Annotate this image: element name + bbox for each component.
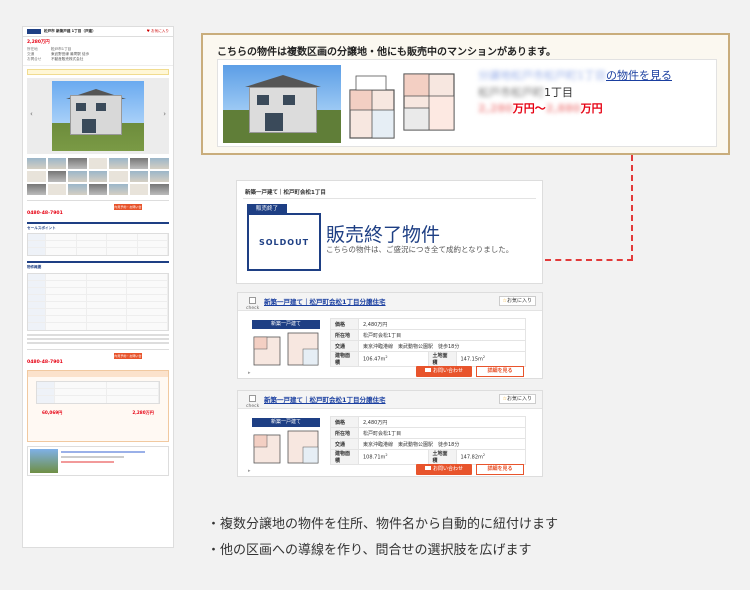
text-line xyxy=(27,333,169,336)
summary-row: 所在地 松戸市1丁目 xyxy=(27,46,72,51)
section-title-points: セールスポイント xyxy=(27,221,169,230)
connector-line xyxy=(545,259,633,261)
other-lots-banner-small[interactable] xyxy=(27,446,169,477)
favorite-button[interactable]: ☆お気に入り xyxy=(498,296,536,306)
floor-plan-image xyxy=(253,332,319,366)
page-title: 松戸市 新築戸建 1丁目（戸建） xyxy=(44,29,96,34)
soldout-stamp: SOLDOUT xyxy=(247,213,321,271)
listing-details-table: 価格 2,480万円 所在地 松戸町会松1丁目 交通 東京沖臨港線 東武動物公園駅 徒… xyxy=(330,318,526,367)
site-logo xyxy=(27,29,41,34)
detail-button[interactable]: 詳細を見る xyxy=(476,366,524,377)
notice-bar xyxy=(27,68,169,75)
banner-content[interactable]: 分譲地松戸市松戸町1丁目の物件を見る 松戸市松戸町1丁目 2,280万円〜2,8… xyxy=(217,59,717,147)
main-photo-carousel[interactable]: ‹ › xyxy=(27,77,169,154)
house-photo xyxy=(52,80,144,151)
property-page-thumbnail: 松戸市 新築戸建 1丁目（戸建） ♥ お気に入り 2,280万円 所在地 松戸市1… xyxy=(22,26,174,548)
checkbox-label: check xyxy=(246,404,260,409)
expand-icon[interactable]: ▸ xyxy=(248,468,251,474)
monthly-payment: 60,069円 xyxy=(42,410,63,416)
next-arrow-icon[interactable]: › xyxy=(163,110,166,119)
contact-phone-2: 0480-48-7901 xyxy=(27,359,63,365)
property-type-badge: 新築一戸建て xyxy=(252,320,320,329)
text-line xyxy=(27,341,169,344)
photo-thumbnails[interactable] xyxy=(27,157,169,195)
prev-arrow-icon[interactable]: ‹ xyxy=(30,110,33,119)
other-lots-price-range: 2,280万円〜2,880万円 xyxy=(478,102,603,115)
summary-row: 交通 東武野田線 最寄駅 徒歩 xyxy=(27,51,90,56)
sold-out-panel: 新築一戸建て｜松戸町会松1丁目 販売終了 SOLDOUT 販売終了物件 こちらの… xyxy=(236,180,543,284)
summary-price: 2,280万円 xyxy=(27,40,50,45)
summary-row: お問合せ 不動産販売株式会社 xyxy=(27,57,84,62)
inquiry-button[interactable]: 内見予約・お問い合わせ xyxy=(113,203,142,215)
text-line xyxy=(27,337,169,340)
inquiry-button-2[interactable]: 内見予約・お問い合わせ xyxy=(113,352,142,364)
overview-table xyxy=(27,272,169,331)
property-summary: 2,280万円 所在地 松戸市1丁目 交通 東武野田線 最寄駅 徒歩 お問合せ 不動産… xyxy=(23,37,173,66)
inquiry-button[interactable]: お問い合わせ xyxy=(416,464,472,475)
compare-checkbox[interactable] xyxy=(249,297,256,304)
mail-icon xyxy=(424,466,431,470)
detail-button[interactable]: 詳細を見る xyxy=(476,464,524,475)
listing-card: check 新築一戸建て｜松戸町会松1丁目分譲住宅 ☆お気に入り 新築一戸建て … xyxy=(237,390,543,477)
checkbox-label: check xyxy=(246,306,260,311)
contact-block-2: 0480-48-7901 内見予約・お問い合わせ xyxy=(27,348,169,366)
contact-block: 0480-48-7901 内見予約・お問い合わせ xyxy=(27,199,169,217)
feature-bullets: ・複数分譲地の物件を住所、物件名から自動的に紐付けます ・他の区画への導線を作り… xyxy=(207,512,558,564)
listing-title-link[interactable]: 新築一戸建て｜松戸町会松1丁目分譲住宅 xyxy=(264,394,386,404)
property-type-badge: 新築一戸建て xyxy=(252,418,320,427)
listing-details-table: 価格 2,480万円 所在地 松戸町会松1丁目 交通 東京沖臨港線 東武動物公園駅 徒… xyxy=(330,416,526,465)
floor-plan-image xyxy=(253,430,319,464)
mail-icon xyxy=(424,368,431,372)
listing-title-link[interactable]: 新築一戸建て｜松戸町会松1丁目分譲住宅 xyxy=(264,296,386,306)
contact-phone: 0480-48-7901 xyxy=(27,210,63,216)
banner-title: こちらの物件は複数区画の分譲地・他にも販売中のマンションがあります。 xyxy=(217,47,556,58)
house-photo xyxy=(223,65,341,143)
sold-out-description: こちらの物件は、ご盛況につき全て成約となりました。 xyxy=(326,245,514,254)
other-lots-banner: こちらの物件は複数区画の分譲地・他にも販売中のマンションがあります。 分譲地松戸… xyxy=(201,33,730,155)
compare-checkbox[interactable] xyxy=(249,395,256,402)
house-photo-small xyxy=(30,449,58,474)
connector-line xyxy=(631,155,633,261)
sold-out-title: 販売終了物件 xyxy=(326,224,441,246)
expand-icon[interactable]: ▸ xyxy=(248,370,251,376)
points-table xyxy=(27,233,169,257)
other-lots-address: 松戸市松戸町1丁目 xyxy=(478,86,573,99)
section-title-overview: 物件概要 xyxy=(27,261,169,269)
loan-simulation-form[interactable]: 60,069円 2,280万円 xyxy=(27,370,169,443)
inquiry-button[interactable]: お問い合わせ xyxy=(416,366,472,377)
feature-bullet: ・複数分譲地の物件を住所、物件名から自動的に紐付けます xyxy=(207,517,559,532)
feature-bullet: ・他の区画への導線を作り、問合せの選択肢を広げます xyxy=(207,543,532,558)
other-lots-link[interactable]: 分譲地松戸市松戸町1丁目の物件を見る xyxy=(478,67,672,83)
listing-card: check 新築一戸建て｜松戸町会松1丁目分譲住宅 ☆お気に入り 新築一戸建て … xyxy=(237,292,543,379)
breadcrumb: 新築一戸建て｜松戸町会松1丁目 xyxy=(245,190,326,196)
favorite-button[interactable]: ☆お気に入り xyxy=(498,394,536,404)
favorite-link[interactable]: ♥ お気に入り xyxy=(147,29,169,33)
floor-plan-image xyxy=(349,73,455,139)
page-header: 松戸市 新築戸建 1丁目（戸建） ♥ お気に入り xyxy=(23,27,173,37)
total-price: 2,280万円 xyxy=(132,410,154,416)
